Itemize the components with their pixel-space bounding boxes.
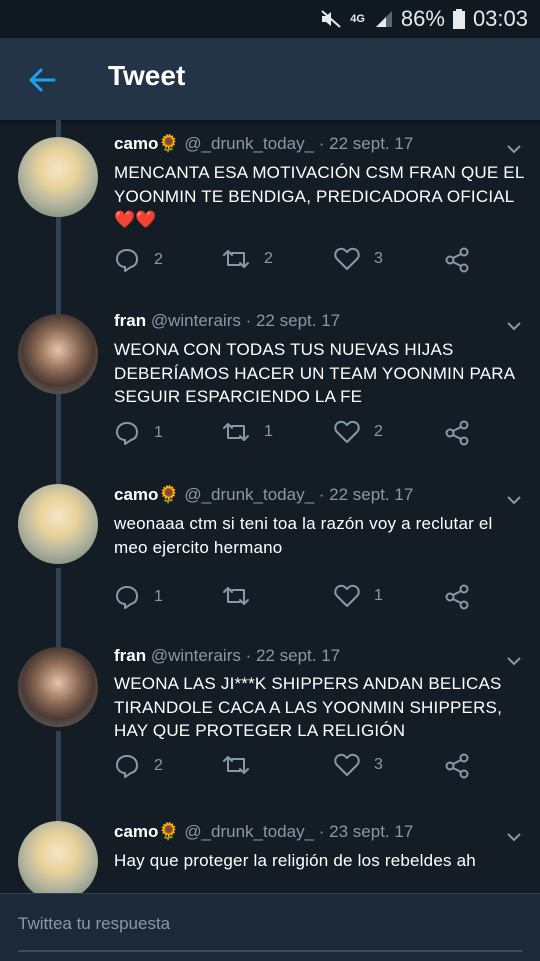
tweet-actions: 2 2 3 [114,247,484,275]
like-icon [334,420,360,443]
tweet-meta: camo🌻 @_drunk_today_ · 22 sept. 17 [114,134,413,154]
avatar[interactable] [18,821,98,893]
retweet-icon [223,587,249,605]
reply-bar: Twittea tu respuesta [0,893,540,961]
share-icon [445,753,469,779]
mute-icon [320,9,342,29]
reply-count: 2 [154,757,163,774]
chevron-down-icon[interactable] [506,142,522,154]
author-name[interactable]: fran [114,311,146,330]
reply-icon [116,249,138,272]
like-button[interactable]: 3 [334,753,383,777]
author-handle[interactable]: @_drunk_today_ [184,485,314,504]
retweet-icon [223,756,249,774]
author-name[interactable]: camo🌻 [114,822,180,841]
tweet-actions: 1 1 [114,584,484,612]
tweet-meta: camo🌻 @_drunk_today_ · 23 sept. 17 [114,822,413,842]
tweet-actions: 1 1 2 [114,420,484,448]
avatar[interactable] [18,137,98,217]
share-button[interactable] [444,247,484,273]
author-name[interactable]: camo🌻 [114,134,180,153]
retweet-count: 2 [264,250,273,267]
battery-icon [452,9,465,29]
avatar[interactable] [18,314,98,394]
chevron-down-icon[interactable] [506,654,522,666]
tweet-meta: camo🌻 @_drunk_today_ · 22 sept. 17 [114,485,413,505]
author-name[interactable]: camo🌻 [114,485,180,504]
author-handle[interactable]: @winterairs [151,646,241,665]
tweet-date: · 22 sept. 17 [318,485,414,504]
network-type: 4G [350,13,365,25]
tweet-text: Hay que proteger la religión de los rebe… [114,851,476,870]
tweet[interactable]: camo🌻 @_drunk_today_ · 23 sept. 17 Hay q… [0,808,540,893]
tweet-meta: fran @winterairs · 22 sept. 17 [114,311,340,331]
reply-icon [116,755,138,778]
reply-button[interactable]: 2 [114,753,163,779]
like-icon [334,753,360,776]
retweet-button[interactable]: 2 [222,247,273,271]
conversation-feed[interactable]: camo🌻 @_drunk_today_ · 22 sept. 17 MENCA… [0,120,540,893]
share-icon [445,584,469,610]
reply-button[interactable]: 2 [114,247,163,273]
retweet-icon [223,423,249,441]
page-title: Tweet [108,60,186,91]
chevron-down-icon[interactable] [506,319,522,331]
back-arrow-icon[interactable] [28,66,56,94]
chevron-down-icon[interactable] [506,830,522,842]
tweet[interactable]: camo🌻 @_drunk_today_ · 22 sept. 17 MENCA… [0,120,540,297]
reply-icon [116,586,138,609]
tweet-date: · 22 sept. 17 [245,311,341,330]
like-button[interactable]: 3 [334,247,383,271]
like-count: 3 [374,250,383,267]
share-button[interactable] [444,753,484,779]
retweet-icon [223,250,249,268]
tweet-date: · 22 sept. 17 [318,134,414,153]
like-icon [334,247,360,270]
tweet-date: · 23 sept. 17 [318,822,414,841]
avatar[interactable] [18,647,98,727]
tweet-text: weonaaa ctm si teni toa la razón voy a r… [114,514,493,557]
battery-level: 86% [400,6,445,31]
app-header: Tweet [0,38,540,120]
author-handle[interactable]: @_drunk_today_ [184,134,314,153]
like-icon [334,584,360,607]
reply-count: 1 [154,588,163,605]
clock: 03:03 [472,6,528,31]
tweet-meta: fran @winterairs · 22 sept. 17 [114,646,340,666]
like-count: 1 [374,587,383,604]
tweet-text: WEONA CON TODAS TUS NUEVAS HIJAS DEBERÍA… [114,340,515,406]
signal-icon [375,10,393,28]
reply-icon [116,422,138,445]
retweet-button[interactable] [222,584,264,608]
retweet-count: 1 [264,423,273,440]
share-button[interactable] [444,584,484,610]
share-button[interactable] [444,420,484,446]
author-name[interactable]: fran [114,646,146,665]
retweet-button[interactable] [222,753,264,777]
retweet-button[interactable]: 1 [222,420,273,444]
tweet-actions: 2 3 [114,753,484,781]
author-handle[interactable]: @winterairs [151,311,241,330]
tweet[interactable]: camo🌻 @_drunk_today_ · 22 sept. 17 weona… [0,471,540,632]
share-icon [445,247,469,273]
reply-button[interactable]: 1 [114,420,163,446]
tweet-date: · 22 sept. 17 [245,646,341,665]
reply-count: 2 [154,251,163,268]
like-button[interactable]: 2 [334,420,383,444]
reply-input[interactable]: Twittea tu respuesta [18,914,522,952]
share-icon [445,420,469,446]
status-bar: 4G 86% 03:03 [0,0,540,38]
author-handle[interactable]: @_drunk_today_ [184,822,314,841]
like-count: 2 [374,423,383,440]
avatar[interactable] [18,484,98,564]
reply-button[interactable]: 1 [114,584,163,610]
tweet-text: MENCANTA ESA MOTIVACIÓN CSM FRAN QUE EL … [114,163,524,229]
like-count: 3 [374,756,383,773]
tweet[interactable]: fran @winterairs · 22 sept. 17 WEONA CON… [0,297,540,471]
like-button[interactable]: 1 [334,584,383,608]
tweet[interactable]: fran @winterairs · 22 sept. 17 WEONA LAS… [0,632,540,808]
reply-count: 1 [154,424,163,441]
tweet-text: WEONA LAS JI***K SHIPPERS ANDAN BELICAS … [114,674,503,740]
chevron-down-icon[interactable] [506,493,522,505]
